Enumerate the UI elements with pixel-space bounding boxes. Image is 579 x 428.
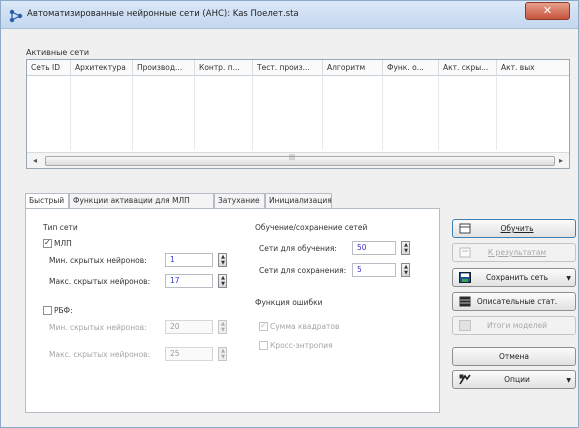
save-network-icon — [459, 272, 471, 283]
active-networks-grid[interactable]: Сеть ID Архитектура Производ... Контр. п… — [26, 59, 570, 169]
mlp-min-hidden-input[interactable]: 1 — [165, 253, 213, 267]
summary-icon — [459, 320, 471, 331]
column-header[interactable]: Функ. о... — [383, 60, 439, 76]
model-summary-button[interactable]: Итоги моделей — [452, 316, 576, 335]
column-header[interactable]: Тест. произ... — [253, 60, 323, 76]
column-header[interactable]: Производ... — [133, 60, 195, 76]
column-header[interactable]: Акт. скры... — [439, 60, 497, 76]
mlp-max-hidden-input[interactable]: 17 — [165, 274, 213, 288]
mlp-checkbox[interactable] — [43, 238, 52, 248]
grid-divider — [132, 76, 133, 150]
error-function-title: Функция ошибки — [255, 298, 323, 307]
results-button-label: К результатам — [487, 248, 547, 257]
column-header[interactable]: Контр. п... — [195, 60, 253, 76]
cancel-button-label: Отмена — [498, 352, 530, 361]
cancel-button[interactable]: Отмена — [452, 347, 576, 366]
spin-down-icon[interactable]: ▼ — [403, 270, 409, 276]
tab-initialization[interactable]: Инициализация — [265, 193, 332, 208]
training-title: Обучение/сохранение сетей — [255, 223, 368, 232]
grid-divider — [438, 76, 439, 150]
mlp-max-label: Макс. скрытых нейронов: — [49, 277, 151, 286]
save-network-button[interactable]: Сохранить сеть ▼ — [452, 268, 576, 287]
mlp-min-stepper[interactable]: ▲ ▼ — [218, 253, 227, 267]
train-networks-input[interactable]: 50 — [352, 241, 396, 255]
spin-down-icon[interactable]: ▼ — [403, 248, 409, 254]
spin-down-icon[interactable]: ▼ — [220, 260, 226, 266]
rbf-checkbox[interactable] — [43, 306, 52, 315]
descriptive-stats-label: Описательные стат. — [476, 297, 558, 306]
results-icon — [459, 247, 471, 258]
grid-divider — [382, 76, 383, 150]
column-header[interactable]: Акт. вых — [497, 60, 569, 76]
grid-divider — [252, 76, 253, 150]
train-icon — [459, 223, 471, 234]
options-button[interactable]: Опции ▼ — [452, 370, 576, 389]
title-bar: Автоматизированные нейронные сети (АНС):… — [1, 1, 578, 29]
grid-body[interactable] — [27, 76, 569, 150]
grip-icon: ||| — [289, 154, 296, 161]
main-window: Автоматизированные нейронные сети (АНС):… — [0, 0, 579, 428]
sum-squares-checkbox[interactable] — [259, 321, 268, 331]
train-button[interactable]: Обучить — [452, 219, 576, 238]
rbf-min-label: Мин. скрытых нейронов: — [49, 323, 147, 332]
sum-squares-label: Сумма квадратов — [270, 322, 340, 331]
horizontal-scrollbar[interactable]: ◂ ||| ▸ — [27, 152, 569, 168]
spin-down-icon[interactable]: ▼ — [220, 327, 226, 333]
train-networks-label: Сети для обучения: — [259, 244, 337, 253]
scroll-thumb[interactable] — [45, 156, 555, 166]
options-icon — [459, 374, 471, 385]
scroll-left-icon[interactable]: ◂ — [29, 155, 41, 167]
column-header[interactable]: Алгоритм — [323, 60, 383, 76]
stats-table-icon — [459, 296, 471, 307]
scroll-right-icon[interactable]: ▸ — [555, 155, 567, 167]
options-button-label: Опции — [504, 375, 530, 384]
close-button[interactable]: ✕ — [525, 2, 570, 20]
grid-divider — [322, 76, 323, 150]
active-networks-label: Активные сети — [26, 48, 90, 57]
quick-tab-panel — [25, 208, 440, 413]
mlp-min-label: Мин. скрытых нейронов: — [49, 256, 147, 265]
network-app-icon — [9, 9, 23, 23]
spin-down-icon[interactable]: ▼ — [220, 281, 226, 287]
dropdown-arrow-icon[interactable]: ▼ — [566, 377, 571, 384]
grid-divider — [496, 76, 497, 150]
tab-decay[interactable]: Затухание — [214, 193, 265, 208]
net-type-title: Тип сети — [43, 223, 78, 232]
grid-divider — [194, 76, 195, 150]
rbf-max-hidden-input[interactable]: 25 — [165, 347, 213, 361]
cross-entropy-checkbox[interactable] — [259, 341, 268, 350]
rbf-min-stepper[interactable]: ▲ ▼ — [218, 320, 227, 334]
window-title: Автоматизированные нейронные сети (АНС):… — [27, 9, 299, 19]
mlp-max-stepper[interactable]: ▲ ▼ — [218, 274, 227, 288]
save-networks-input[interactable]: 5 — [352, 263, 396, 277]
save-network-button-label: Сохранить сеть — [485, 273, 549, 282]
save-networks-stepper[interactable]: ▲ ▼ — [401, 263, 410, 277]
column-header[interactable]: Сеть ID — [27, 60, 71, 76]
descriptive-stats-button[interactable]: Описательные стат. — [452, 292, 576, 311]
rbf-max-stepper[interactable]: ▲ ▼ — [218, 347, 227, 361]
save-networks-label: Сети для сохранения: — [259, 266, 347, 275]
spin-down-icon[interactable]: ▼ — [220, 354, 226, 360]
tab-mlp-activation[interactable]: Функции активации для МЛП — [69, 193, 214, 208]
model-summary-label: Итоги моделей — [486, 321, 548, 330]
tab-quick[interactable]: Быстрый — [25, 193, 69, 209]
rbf-min-hidden-input[interactable]: 20 — [165, 320, 213, 334]
grid-header: Сеть ID Архитектура Производ... Контр. п… — [27, 60, 569, 76]
column-header[interactable]: Архитектура — [71, 60, 133, 76]
train-button-label: Обучить — [500, 224, 534, 233]
cross-entropy-label: Кросс-энтропия — [270, 341, 333, 350]
results-button[interactable]: К результатам — [452, 243, 576, 262]
dropdown-arrow-icon[interactable]: ▼ — [566, 275, 571, 282]
grid-divider — [70, 76, 71, 150]
rbf-max-label: Макс. скрытых нейронов: — [49, 350, 151, 359]
rbf-label: РБФ: — [54, 306, 73, 315]
train-networks-stepper[interactable]: ▲ ▼ — [401, 241, 410, 255]
mlp-label: МЛП — [54, 239, 72, 248]
